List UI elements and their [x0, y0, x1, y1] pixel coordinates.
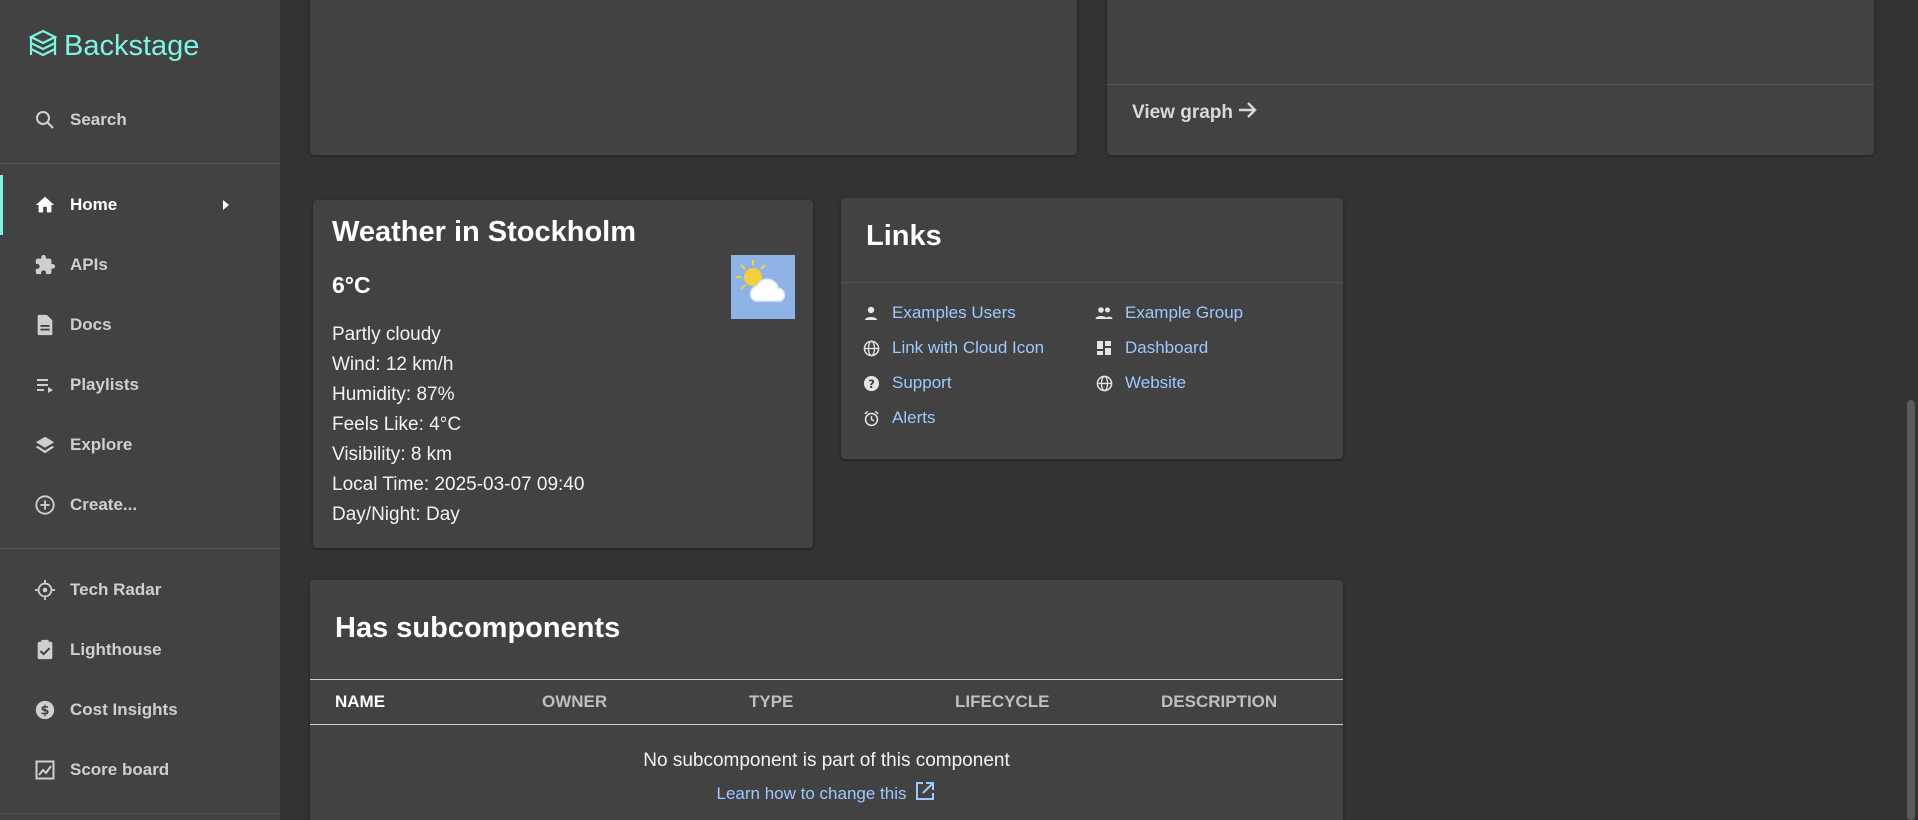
sidebar-item-create[interactable]: Create... — [0, 475, 280, 535]
sidebar-item-label: Create... — [70, 495, 138, 514]
chevron-right-icon — [221, 197, 231, 217]
weather-card: Weather in Stockholm 6°C Partly cloudy W… — [313, 200, 813, 548]
playlist-icon — [33, 373, 57, 397]
table-header-bottom-border — [310, 724, 1343, 725]
column-header-description[interactable]: DESCRIPTION — [1161, 692, 1277, 712]
link-alerts[interactable]: Alerts — [862, 408, 935, 428]
weather-wind: Wind: 12 km/h — [332, 354, 454, 375]
weather-day-night: Day/Night: Day — [332, 504, 460, 525]
weather-visibility: Visibility: 8 km — [332, 444, 453, 465]
column-header-name[interactable]: NAME — [335, 692, 385, 712]
sidebar-item-home[interactable]: Home — [0, 175, 280, 235]
empty-state-message: No subcomponent is part of this componen… — [643, 750, 1010, 771]
sidebar-item-label: Home — [70, 195, 118, 214]
open-in-new-icon — [914, 780, 936, 807]
alarm-icon — [862, 409, 880, 427]
backstage-logo[interactable]: Backstage — [28, 26, 199, 66]
sidebar-search[interactable]: Search — [0, 90, 280, 150]
globe-icon — [862, 339, 880, 357]
table-header-top-border — [310, 679, 1343, 680]
svg-text:$: $ — [41, 704, 50, 719]
partly-cloudy-icon — [731, 255, 795, 319]
sidebar-item-label: Tech Radar — [70, 580, 162, 599]
view-graph-label: View graph — [1132, 102, 1234, 123]
assignment-icon — [33, 638, 57, 662]
sidebar-divider — [0, 548, 280, 549]
sidebar-item-label: Lighthouse — [70, 640, 162, 659]
add-circle-icon — [33, 493, 57, 517]
weather-humidity: Humidity: 87% — [332, 384, 455, 405]
scoreboard-icon — [33, 758, 57, 782]
column-header-owner[interactable]: OWNER — [542, 692, 607, 712]
weather-feels-like: Feels Like: 4°C — [332, 414, 462, 435]
link-label: Support — [892, 373, 952, 392]
link-cloud-icon[interactable]: Link with Cloud Icon — [862, 338, 1044, 358]
link-label: Link with Cloud Icon — [892, 338, 1045, 357]
subcomponents-title: Has subcomponents — [335, 612, 621, 644]
weather-title: Weather in Stockholm — [332, 216, 637, 248]
sidebar-item-docs[interactable]: Docs — [0, 295, 280, 355]
radar-icon — [33, 578, 57, 602]
sidebar-item-label: Explore — [70, 435, 133, 454]
link-label: Dashboard — [1125, 338, 1209, 357]
svg-text:?: ? — [868, 376, 875, 390]
link-label: Website — [1125, 373, 1187, 392]
group-icon — [1095, 304, 1113, 322]
logo-text: Backstage — [64, 29, 200, 62]
column-header-lifecycle[interactable]: LIFECYCLE — [955, 692, 1049, 712]
sidebar-item-apis[interactable]: APIs — [0, 235, 280, 295]
sidebar-item-playlists[interactable]: Playlists — [0, 355, 280, 415]
sidebar-item-score-board[interactable]: Score board — [0, 740, 280, 800]
learn-how-label: Learn how to change this — [716, 783, 907, 803]
sidebar-item-tech-radar[interactable]: Tech Radar — [0, 560, 280, 620]
link-label: Alerts — [892, 408, 936, 427]
help-icon: ? — [862, 374, 880, 392]
home-icon — [33, 193, 57, 217]
weather-condition: Partly cloudy — [332, 324, 441, 345]
doc-icon — [33, 313, 57, 337]
sidebar: Backstage Search Home APIs Docs Playlist… — [0, 0, 280, 820]
top-right-card: View graph — [1107, 0, 1874, 155]
sidebar-item-label: Playlists — [70, 375, 139, 394]
card-divider — [841, 282, 1343, 283]
link-website[interactable]: Website — [1095, 373, 1186, 393]
arrow-right-icon — [1237, 100, 1259, 126]
layers-icon — [33, 433, 57, 457]
sidebar-item-label: Score board — [70, 760, 170, 779]
weather-local-time: Local Time: 2025-03-07 09:40 — [332, 474, 585, 495]
puzzle-icon — [33, 253, 57, 277]
sidebar-item-explore[interactable]: Explore — [0, 415, 280, 475]
dashboard-icon — [1095, 339, 1113, 357]
backstage-logo-icon — [28, 29, 58, 57]
subcomponents-card: Has subcomponents NAME OWNER TYPE LIFECY… — [310, 580, 1343, 820]
globe-icon — [1095, 374, 1113, 392]
link-support[interactable]: ? Support — [862, 373, 952, 393]
sidebar-item-label: APIs — [70, 255, 108, 274]
link-examples-users[interactable]: Examples Users — [862, 303, 1016, 323]
sidebar-item-lighthouse[interactable]: Lighthouse — [0, 620, 280, 680]
weather-temperature: 6°C — [332, 272, 371, 298]
sidebar-divider — [0, 813, 280, 814]
learn-how-link[interactable]: Learn how to change this — [310, 780, 1343, 807]
top-left-card — [310, 0, 1077, 155]
links-card: Links Examples Users Link with Cloud Ico… — [841, 198, 1343, 459]
money-icon: $ — [33, 698, 57, 722]
search-icon — [33, 108, 57, 132]
sidebar-divider — [0, 163, 280, 164]
search-label: Search — [70, 110, 127, 129]
card-divider — [1107, 84, 1874, 85]
link-label: Examples Users — [892, 303, 1016, 322]
weather-details: Partly cloudy Wind: 12 km/h Humidity: 87… — [332, 320, 584, 530]
view-graph-link[interactable]: View graph — [1132, 100, 1259, 126]
sidebar-item-label: Docs — [70, 315, 112, 334]
links-title: Links — [866, 220, 942, 252]
link-label: Example Group — [1125, 303, 1244, 322]
sidebar-item-label: Cost Insights — [70, 700, 178, 719]
person-icon — [862, 304, 880, 322]
link-example-group[interactable]: Example Group — [1095, 303, 1243, 323]
column-header-type[interactable]: TYPE — [749, 692, 793, 712]
scrollbar-thumb[interactable] — [1907, 400, 1915, 820]
sidebar-item-cost-insights[interactable]: $ Cost Insights — [0, 680, 280, 740]
link-dashboard[interactable]: Dashboard — [1095, 338, 1208, 358]
